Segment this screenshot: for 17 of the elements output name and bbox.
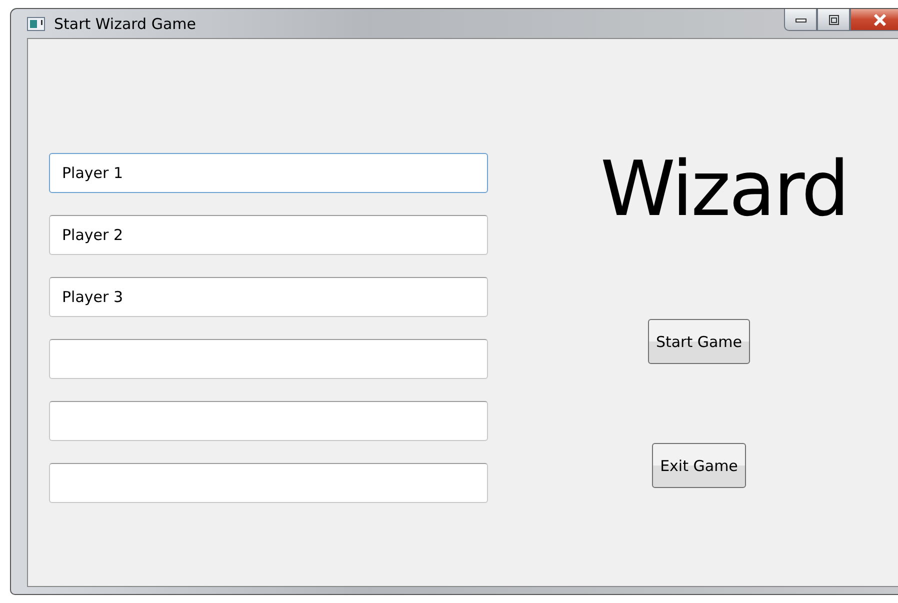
window-title: Start Wizard Game [54,14,196,32]
game-button[interactable]: Exit Game [652,443,746,488]
player-name-field[interactable]: Player 2 [49,215,488,255]
player-name-field[interactable] [49,339,488,379]
maximize-button[interactable] [817,9,850,31]
maximize-icon [828,14,840,26]
close-button[interactable] [850,9,898,31]
app-icon [27,16,45,30]
player-name-field[interactable]: Player 1 [49,153,488,193]
minimize-icon [794,16,806,22]
player-name-field[interactable]: Player 3 [49,277,488,317]
minimize-button[interactable] [784,9,817,31]
player-name-field[interactable] [49,401,488,441]
player-name-field[interactable] [49,463,488,503]
close-icon [873,14,887,26]
game-button[interactable]: Start Game [648,319,750,364]
game-title: Wizard [600,151,848,227]
